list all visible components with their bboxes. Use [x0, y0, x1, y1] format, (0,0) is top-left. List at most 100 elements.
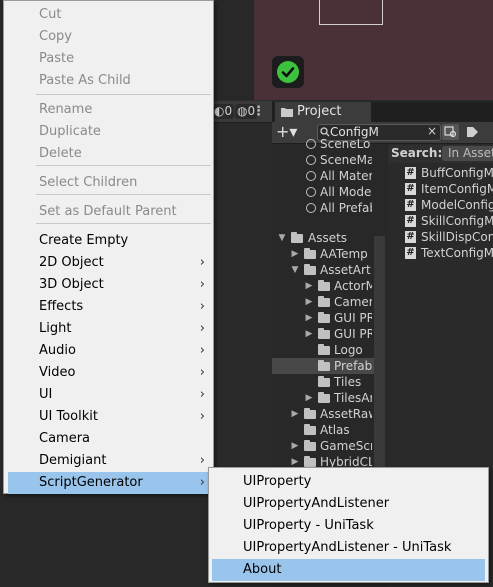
- folder-icon: [318, 376, 330, 387]
- menu-item-label: ScriptGenerator: [39, 475, 143, 490]
- submenu-item-about[interactable]: About: [212, 559, 485, 581]
- chevron-right-icon[interactable]: ▶: [304, 310, 314, 326]
- menu-item-paste[interactable]: Paste: [8, 48, 211, 70]
- menu-item-audio[interactable]: Audio ›: [8, 340, 211, 362]
- menu-item-label: Cut: [39, 7, 62, 22]
- chevron-right-icon[interactable]: ▶: [304, 294, 314, 310]
- submenu-item-label: UIPropertyAndListener - UniTask: [243, 540, 452, 555]
- folder-icon: [318, 392, 330, 403]
- check-icon[interactable]: [272, 56, 304, 88]
- chevron-down-icon[interactable]: ▼: [290, 262, 300, 278]
- chevron-right-icon[interactable]: ▶: [290, 438, 300, 454]
- submenu-item-uiproperty-unitask[interactable]: UIProperty - UniTask: [212, 515, 485, 537]
- tree-scrollbar[interactable]: [374, 236, 385, 476]
- result-item-label: BuffConfigMa: [421, 166, 493, 180]
- folder-icon: [318, 344, 330, 355]
- menu-item-label: Camera: [39, 431, 91, 446]
- tree-item-label: Prefab: [334, 359, 372, 373]
- search-icon: [306, 155, 316, 165]
- menu-separator: [36, 165, 211, 166]
- menu-item-create-empty[interactable]: Create Empty: [8, 230, 211, 252]
- menu-item-duplicate[interactable]: Duplicate: [8, 121, 211, 143]
- folder-icon: [304, 424, 316, 435]
- submenu-item-label: UIProperty: [243, 474, 312, 489]
- menu-item-delete[interactable]: Delete: [8, 143, 211, 165]
- submenu-item-uipropertyandlistener[interactable]: UIPropertyAndListener: [212, 493, 485, 515]
- folder-icon: [318, 328, 330, 339]
- menu-item-label: UI Toolkit: [39, 409, 98, 424]
- folder-icon: [318, 280, 330, 291]
- chevron-right-icon: ›: [199, 453, 205, 468]
- tree-item-label: Assets: [308, 231, 348, 245]
- submenu-item-label: UIProperty - UniTask: [243, 518, 374, 533]
- menu-separator: [36, 194, 211, 195]
- menu-item-label: Demigiant: [39, 453, 107, 468]
- submenu-item-uipropertyandlistener-unitask[interactable]: UIPropertyAndListener - UniTask: [212, 537, 485, 559]
- kebab-icon[interactable]: ⋮: [252, 104, 265, 119]
- menu-item-video[interactable]: Video ›: [8, 362, 211, 384]
- tree-item-label: Atlas: [320, 423, 350, 437]
- result-item-label: ItemConfigMa: [421, 182, 493, 196]
- tree-item-label: GUI PR: [334, 327, 372, 341]
- menu-item-label: Paste As Child: [39, 73, 131, 88]
- menu-item-camera[interactable]: Camera: [8, 428, 211, 450]
- menu-item-label: Create Empty: [39, 233, 129, 248]
- search-scope-button[interactable]: In Assets: [442, 146, 493, 161]
- folder-icon: [304, 440, 316, 451]
- chevron-right-icon: ›: [199, 365, 205, 380]
- search-icon: [306, 171, 316, 181]
- context-menu: Cut Copy Paste Paste As Child Rename Duplicat…: [3, 0, 214, 494]
- chevron-right-icon: ›: [199, 343, 205, 358]
- submenu-item-label: About: [243, 562, 282, 577]
- folder-icon: [304, 456, 316, 467]
- chevron-right-icon[interactable]: ▶: [304, 326, 314, 342]
- menu-item-effects[interactable]: Effects ›: [8, 296, 211, 318]
- chevron-down-icon[interactable]: ▼: [277, 230, 287, 246]
- script-icon: #: [405, 247, 416, 259]
- tab-project[interactable]: Project: [275, 102, 371, 122]
- search-by-label-button[interactable]: [464, 124, 481, 140]
- folder-icon: [281, 108, 293, 117]
- menu-item-label: Duplicate: [39, 124, 101, 139]
- menu-item-demigiant[interactable]: Demigiant ›: [8, 450, 211, 472]
- menu-item-select-children[interactable]: Select Children: [8, 172, 211, 194]
- menu-item-paste-as-child[interactable]: Paste As Child: [8, 70, 211, 92]
- menu-item-ui-toolkit[interactable]: UI Toolkit ›: [8, 406, 211, 428]
- visibility-count: 0: [224, 104, 233, 118]
- visibility-toggle[interactable]: ◐0: [212, 104, 235, 119]
- menu-item-set-as-default-parent[interactable]: Set as Default Parent: [8, 201, 211, 223]
- chevron-right-icon[interactable]: ▶: [290, 406, 300, 422]
- tree-item-label: Tiles: [334, 375, 362, 389]
- submenu-item-uiproperty[interactable]: UIProperty: [212, 471, 485, 493]
- tree-item-label: All Model: [320, 185, 372, 199]
- menu-item-light[interactable]: Light ›: [8, 318, 211, 340]
- menu-item-rename[interactable]: Rename: [8, 99, 211, 121]
- search-by-type-button[interactable]: [442, 124, 459, 140]
- folder-icon: [318, 360, 330, 371]
- scene-gizmo-frame: [319, 0, 383, 25]
- submenu-item-label: UIPropertyAndListener: [243, 496, 390, 511]
- menu-item-label: 2D Object: [39, 255, 104, 270]
- tree-item-label: ActorM: [334, 279, 372, 293]
- menu-separator: [36, 94, 211, 95]
- menu-item-3d-object[interactable]: 3D Object ›: [8, 274, 211, 296]
- search-icon: [306, 139, 316, 149]
- menu-item-scriptgenerator[interactable]: ScriptGenerator ›: [8, 472, 211, 494]
- chevron-right-icon[interactable]: ▶: [290, 246, 300, 262]
- tree-item-label: AssetArt: [320, 263, 371, 277]
- menu-item-2d-object[interactable]: 2D Object ›: [8, 252, 211, 274]
- menu-item-label: Light: [39, 321, 72, 336]
- menu-item-label: 3D Object: [39, 277, 104, 292]
- result-item-label: ModelConfigM: [421, 198, 493, 212]
- tree-item-label: Camer: [334, 295, 372, 309]
- menu-item-ui[interactable]: UI ›: [8, 384, 211, 406]
- chevron-right-icon[interactable]: ▶: [304, 390, 314, 406]
- result-item-label: SkillDispConf: [421, 230, 493, 244]
- menu-item-cut[interactable]: Cut: [8, 4, 211, 26]
- menu-item-copy[interactable]: Copy: [8, 26, 211, 48]
- clear-search-icon[interactable]: ×: [427, 124, 437, 138]
- chevron-right-icon[interactable]: ▶: [304, 278, 314, 294]
- folder-icon: [291, 232, 303, 243]
- filter-icon: [444, 126, 457, 138]
- menu-item-label: Paste: [39, 51, 75, 66]
